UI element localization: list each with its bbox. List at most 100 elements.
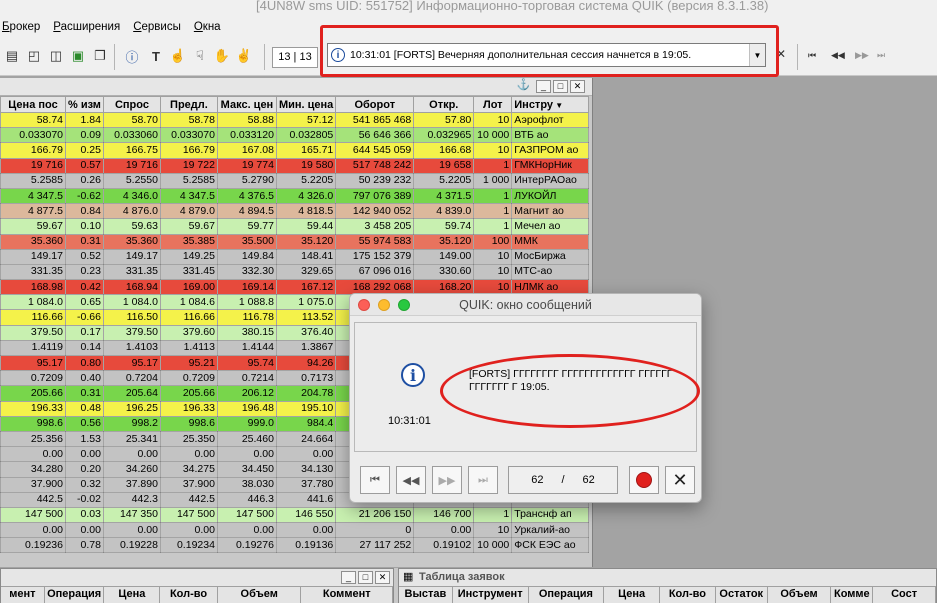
column-header[interactable]: Спрос (102, 96, 161, 113)
info-icon: i (401, 363, 425, 387)
table-row[interactable]: 147 500 0.03 147 350 147 500 147 500 146 550 2… (0, 506, 590, 524)
table-cell: 331.35 (0, 263, 66, 281)
next-message-icon[interactable]: ▶▶ (855, 50, 869, 61)
next-message-button[interactable]: ▶▶ (432, 466, 462, 494)
table-cell: 0.7173 (275, 370, 337, 387)
table-row[interactable]: 4 347.5 -0.62 4 346.0 4 347.5 4 376.5 4 326.0… (0, 187, 590, 205)
hand-icon[interactable]: ☝ (168, 46, 188, 66)
close-window-icon[interactable]: ✕ (375, 571, 390, 584)
table-row[interactable]: 58.74 1.84 58.70 58.78 58.88 57.12 541 865 468… (0, 111, 590, 129)
table-row[interactable]: 331.35 0.23 331.35 331.45 332.30 329.65 67 096… (0, 263, 590, 281)
hands-icon[interactable]: ✋ (212, 46, 232, 66)
table-cell: 797 076 389 (335, 187, 415, 205)
table-row[interactable]: 0.19236 0.78 0.19228 0.19234 0.19276 0.19136 2… (0, 537, 590, 554)
table-cell: 376.40 (275, 324, 337, 341)
minimize-icon[interactable]: _ (341, 571, 356, 584)
table-row[interactable]: 4 877.5 0.84 4 876.0 4 879.0 4 894.5 4 818.5 1… (0, 203, 590, 220)
column-header[interactable]: Комме (831, 587, 874, 603)
table-cell: ЛУКОЙЛ (511, 187, 590, 205)
column-header[interactable]: Операция (528, 587, 605, 603)
column-header[interactable]: Объем (767, 587, 832, 603)
column-header[interactable]: мент (1, 587, 45, 603)
table-cell: 0.00 (65, 522, 104, 539)
column-header[interactable]: Сост (873, 587, 937, 603)
table-cell: -0.02 (65, 491, 104, 508)
first-message-icon[interactable]: ⏮ (808, 50, 816, 61)
table-row[interactable]: 0.033070 0.09 0.033060 0.033070 0.033120 0.03… (0, 127, 590, 144)
column-header[interactable]: Оборот (335, 96, 415, 113)
column-header[interactable]: Операция (44, 587, 105, 603)
table-row[interactable]: 5.2585 0.26 5.2550 5.2585 5.2790 5.2205 50 239… (0, 172, 590, 189)
prev-message-button[interactable]: ◀◀ (396, 466, 426, 494)
column-header[interactable]: Цена пос (0, 96, 66, 113)
last-message-button[interactable]: ⏭ (468, 466, 498, 494)
column-header[interactable]: Предл. (159, 96, 218, 113)
table-cell: 998.2 (102, 415, 161, 432)
excel-icon[interactable]: ▣ (68, 46, 88, 66)
dialog-close-button[interactable]: ✕ (665, 466, 695, 494)
minimize-dot-icon[interactable] (378, 299, 390, 311)
table-cell: 4 894.5 (216, 203, 277, 220)
menu-item-0[interactable]: Брокер (2, 21, 40, 33)
table-row[interactable]: 35.360 0.31 35.360 35.385 35.500 35.120 55 974… (0, 233, 590, 250)
table-row[interactable]: 19 716 0.57 19 716 19 722 19 774 19 580 517 74… (0, 157, 590, 174)
column-header[interactable]: Цена (104, 587, 161, 603)
menu-item-1[interactable]: Расширения (53, 21, 120, 33)
column-header[interactable]: % изм (65, 96, 104, 113)
hand-down-icon[interactable]: ☟ (190, 46, 210, 66)
column-header[interactable]: Инстру ▼ (511, 96, 590, 113)
table-cell: 0.00 (216, 446, 277, 463)
chart-icon[interactable]: ◰ (24, 46, 44, 66)
table-cell: 25.460 (216, 430, 277, 448)
column-header[interactable]: Макс. цен (216, 96, 277, 113)
menu-item-3[interactable]: Окна (194, 21, 221, 33)
record-button[interactable] (629, 466, 659, 494)
table-cell: 0.033120 (216, 127, 277, 144)
column-header[interactable]: Объем (217, 587, 302, 603)
table-cell: 0.84 (65, 203, 104, 220)
table-cell: 19 716 (0, 157, 66, 174)
zoom-dot-icon[interactable] (398, 299, 410, 311)
table-cell: 165.71 (275, 142, 337, 159)
column-header[interactable]: Кол-во (160, 587, 218, 603)
table-cell: 204.78 (275, 385, 337, 402)
table-cell: 175 152 379 (335, 248, 415, 265)
column-header[interactable]: Кол-во (660, 587, 716, 603)
maximize-icon[interactable]: □ (358, 571, 373, 584)
orders-columns: Выстав Инструмент Операция Цена Кол-во Остато… (399, 587, 937, 603)
column-header[interactable]: Мин. цена (275, 96, 337, 113)
close-window-icon[interactable]: ✕ (570, 80, 585, 93)
close-dot-icon[interactable] (358, 299, 370, 311)
search-icon[interactable]: ◫ (46, 46, 66, 66)
table-cell: 0.00 (275, 522, 337, 539)
copy-icon[interactable]: ❐ (90, 46, 110, 66)
table-row[interactable]: 0.00 0.00 0.00 0.00 0.00 0.00 0 0.00 10 Уркалий-а… (0, 522, 590, 539)
maximize-icon[interactable]: □ (553, 80, 568, 93)
table-cell: 1 (473, 157, 513, 174)
menu-item-2[interactable]: Сервисы (133, 21, 181, 33)
pin-icon[interactable]: ⚓ (516, 80, 531, 93)
table-cell: 5.2585 (0, 172, 66, 189)
message-counter: 13 | 13 (272, 47, 318, 68)
message-icon[interactable]: ⓘ (122, 46, 142, 66)
table-cell: 19 722 (159, 157, 218, 174)
minimize-icon[interactable]: _ (536, 80, 551, 93)
prev-message-icon[interactable]: ◀◀ (831, 50, 845, 61)
column-header[interactable]: Коммент (301, 587, 394, 603)
column-header[interactable]: Откр. (413, 96, 475, 113)
hands-alt-icon[interactable]: ✌ (234, 46, 254, 66)
table-icon[interactable]: ▤ (2, 46, 22, 66)
last-message-icon[interactable]: ⏭ (877, 50, 885, 61)
table-row[interactable]: 59.67 0.10 59.63 59.67 59.77 59.44 3 458 205 59… (0, 218, 590, 235)
quotes-window-header: ⚓ _ □ ✕ (0, 78, 592, 96)
column-header[interactable]: Лот (473, 96, 513, 113)
table-row[interactable]: 166.79 0.25 166.75 166.79 167.08 165.71 644 54… (0, 142, 590, 159)
first-message-button[interactable]: ⏮ (360, 466, 390, 494)
column-header[interactable]: Остаток (715, 587, 768, 603)
column-header[interactable]: Цена (604, 587, 661, 603)
table-row[interactable]: 149.17 0.52 149.17 149.25 149.84 148.41 175 15… (0, 248, 590, 265)
font-icon[interactable]: T (146, 46, 166, 66)
column-header[interactable]: Инструмент (452, 587, 529, 603)
sort-desc-icon[interactable]: ▼ (553, 101, 563, 110)
column-header[interactable]: Выстав (399, 587, 453, 603)
